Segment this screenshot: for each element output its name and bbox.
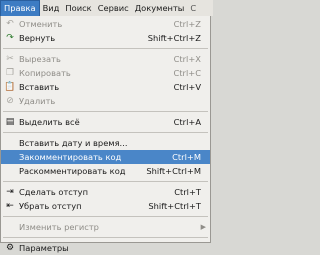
shortcut-label: Shift+Ctrl+T [148, 201, 201, 211]
menu-documents[interactable]: Документы [132, 0, 188, 16]
menu-item-unindent[interactable]: ⇤ Убрать отступ Shift+Ctrl+T [1, 199, 210, 213]
indent-icon: ⇥ [6, 187, 14, 197]
menu-item-change-case[interactable]: Изменить регистр ▶ [1, 220, 210, 234]
menu-bar: Правка Вид Поиск Сервис Документы С [0, 0, 213, 16]
submenu-arrow-icon: ▶ [200, 223, 206, 231]
menu-item-label: Вставить дату и время... [19, 138, 128, 148]
shortcut-label: Ctrl+C [173, 68, 201, 78]
menu-item-preferences[interactable]: ⚙ Параметры [1, 241, 210, 255]
unindent-icon: ⇤ [6, 201, 14, 211]
shortcut-label: Ctrl+V [173, 82, 201, 92]
menu-item-undo[interactable]: ↶ Отменить Ctrl+Z [1, 17, 210, 31]
menu-item-uncomment-code[interactable]: Раскомментировать код Shift+Ctrl+M [1, 164, 210, 178]
paste-icon: 📋 [4, 82, 16, 92]
scissors-icon: ✂ [6, 54, 14, 64]
shortcut-label: Ctrl+T [174, 187, 201, 197]
menu-item-paste[interactable]: 📋 Вставить Ctrl+V [1, 80, 210, 94]
separator [3, 181, 208, 182]
menu-item-copy[interactable]: ❐ Копировать Ctrl+C [1, 66, 210, 80]
redo-icon: ↷ [6, 33, 14, 43]
separator [3, 216, 208, 217]
menu-item-label: Отменить [19, 19, 63, 29]
menu-item-label: Сделать отступ [19, 187, 89, 197]
separator [3, 237, 208, 238]
menu-item-label: Закомментировать код [19, 152, 122, 162]
shortcut-label: Shift+Ctrl+M [146, 166, 201, 176]
menu-item-label: Удалить [19, 96, 56, 106]
shortcut-label: Shift+Ctrl+Z [147, 33, 201, 43]
menu-edit[interactable]: Правка [0, 0, 40, 16]
select-all-icon: ▤ [5, 117, 15, 127]
menu-item-label: Выделить всё [19, 117, 80, 127]
menu-item-delete[interactable]: ⊘ Удалить [1, 94, 210, 108]
edit-menu-dropdown: ↶ Отменить Ctrl+Z ↷ Вернуть Shift+Ctrl+Z… [0, 16, 211, 253]
menu-search[interactable]: Поиск [62, 0, 94, 16]
menu-item-label: Вернуть [19, 33, 56, 43]
menu-item-cut[interactable]: ✂ Вырезать Ctrl+X [1, 52, 210, 66]
separator [3, 132, 208, 133]
preferences-icon: ⚙ [5, 243, 15, 253]
menu-item-redo[interactable]: ↷ Вернуть Shift+Ctrl+Z [1, 31, 210, 45]
undo-icon: ↶ [6, 19, 14, 29]
shortcut-label: Ctrl+M [172, 152, 201, 162]
menu-item-label: Вырезать [19, 54, 61, 64]
menu-item-label: Раскомментировать код [19, 166, 126, 176]
menu-view[interactable]: Вид [40, 0, 63, 16]
menu-item-select-all[interactable]: ▤ Выделить всё Ctrl+A [1, 115, 210, 129]
copy-icon: ❐ [5, 68, 15, 78]
menu-item-label: Убрать отступ [19, 201, 82, 211]
menu-item-label: Вставить [19, 82, 60, 92]
menu-item-label: Копировать [19, 68, 71, 78]
separator [3, 111, 208, 112]
shortcut-label: Ctrl+A [173, 117, 201, 127]
menu-item-insert-date[interactable]: Вставить дату и время... [1, 136, 210, 150]
menu-help-partial[interactable]: С [187, 0, 199, 16]
menu-item-label: Параметры [19, 243, 69, 253]
separator [3, 48, 208, 49]
shortcut-label: Ctrl+Z [173, 19, 201, 29]
delete-icon: ⊘ [6, 96, 14, 106]
menu-tools[interactable]: Сервис [95, 0, 132, 16]
menu-item-label: Изменить регистр [19, 222, 99, 232]
menu-item-indent[interactable]: ⇥ Сделать отступ Ctrl+T [1, 185, 210, 199]
menu-item-comment-code[interactable]: Закомментировать код Ctrl+M [1, 150, 210, 164]
shortcut-label: Ctrl+X [173, 54, 201, 64]
